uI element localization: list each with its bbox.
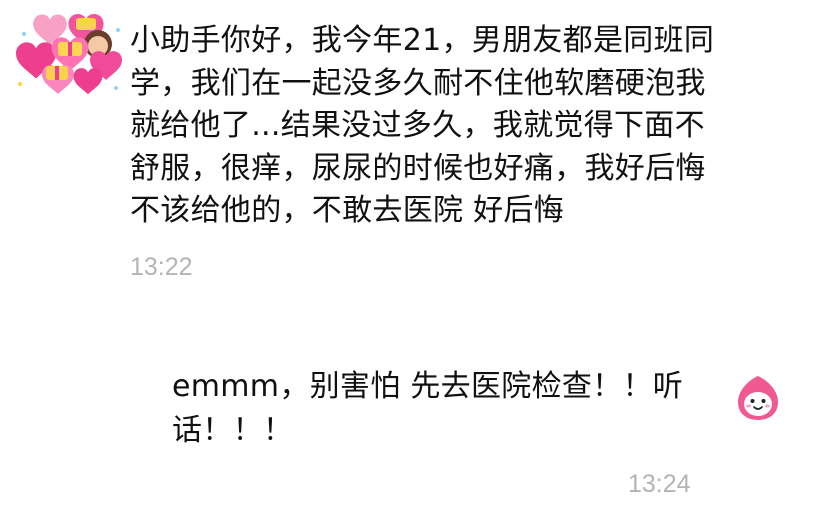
- hearts-sticker-avatar-icon[interactable]: [6, 4, 124, 96]
- incoming-message-text: 小助手你好，我今年21，男朋友都是同班同学，我们在一起没多久耐不住他软磨硬泡我就…: [130, 23, 715, 228]
- outgoing-message-time: 13:24: [628, 470, 691, 498]
- outgoing-message-text: emmm，别害怕 先去医院检查！！听话！！！: [172, 369, 684, 448]
- incoming-message-time: 13:22: [130, 253, 193, 281]
- pink-cartoon-face-avatar-icon[interactable]: [734, 374, 782, 422]
